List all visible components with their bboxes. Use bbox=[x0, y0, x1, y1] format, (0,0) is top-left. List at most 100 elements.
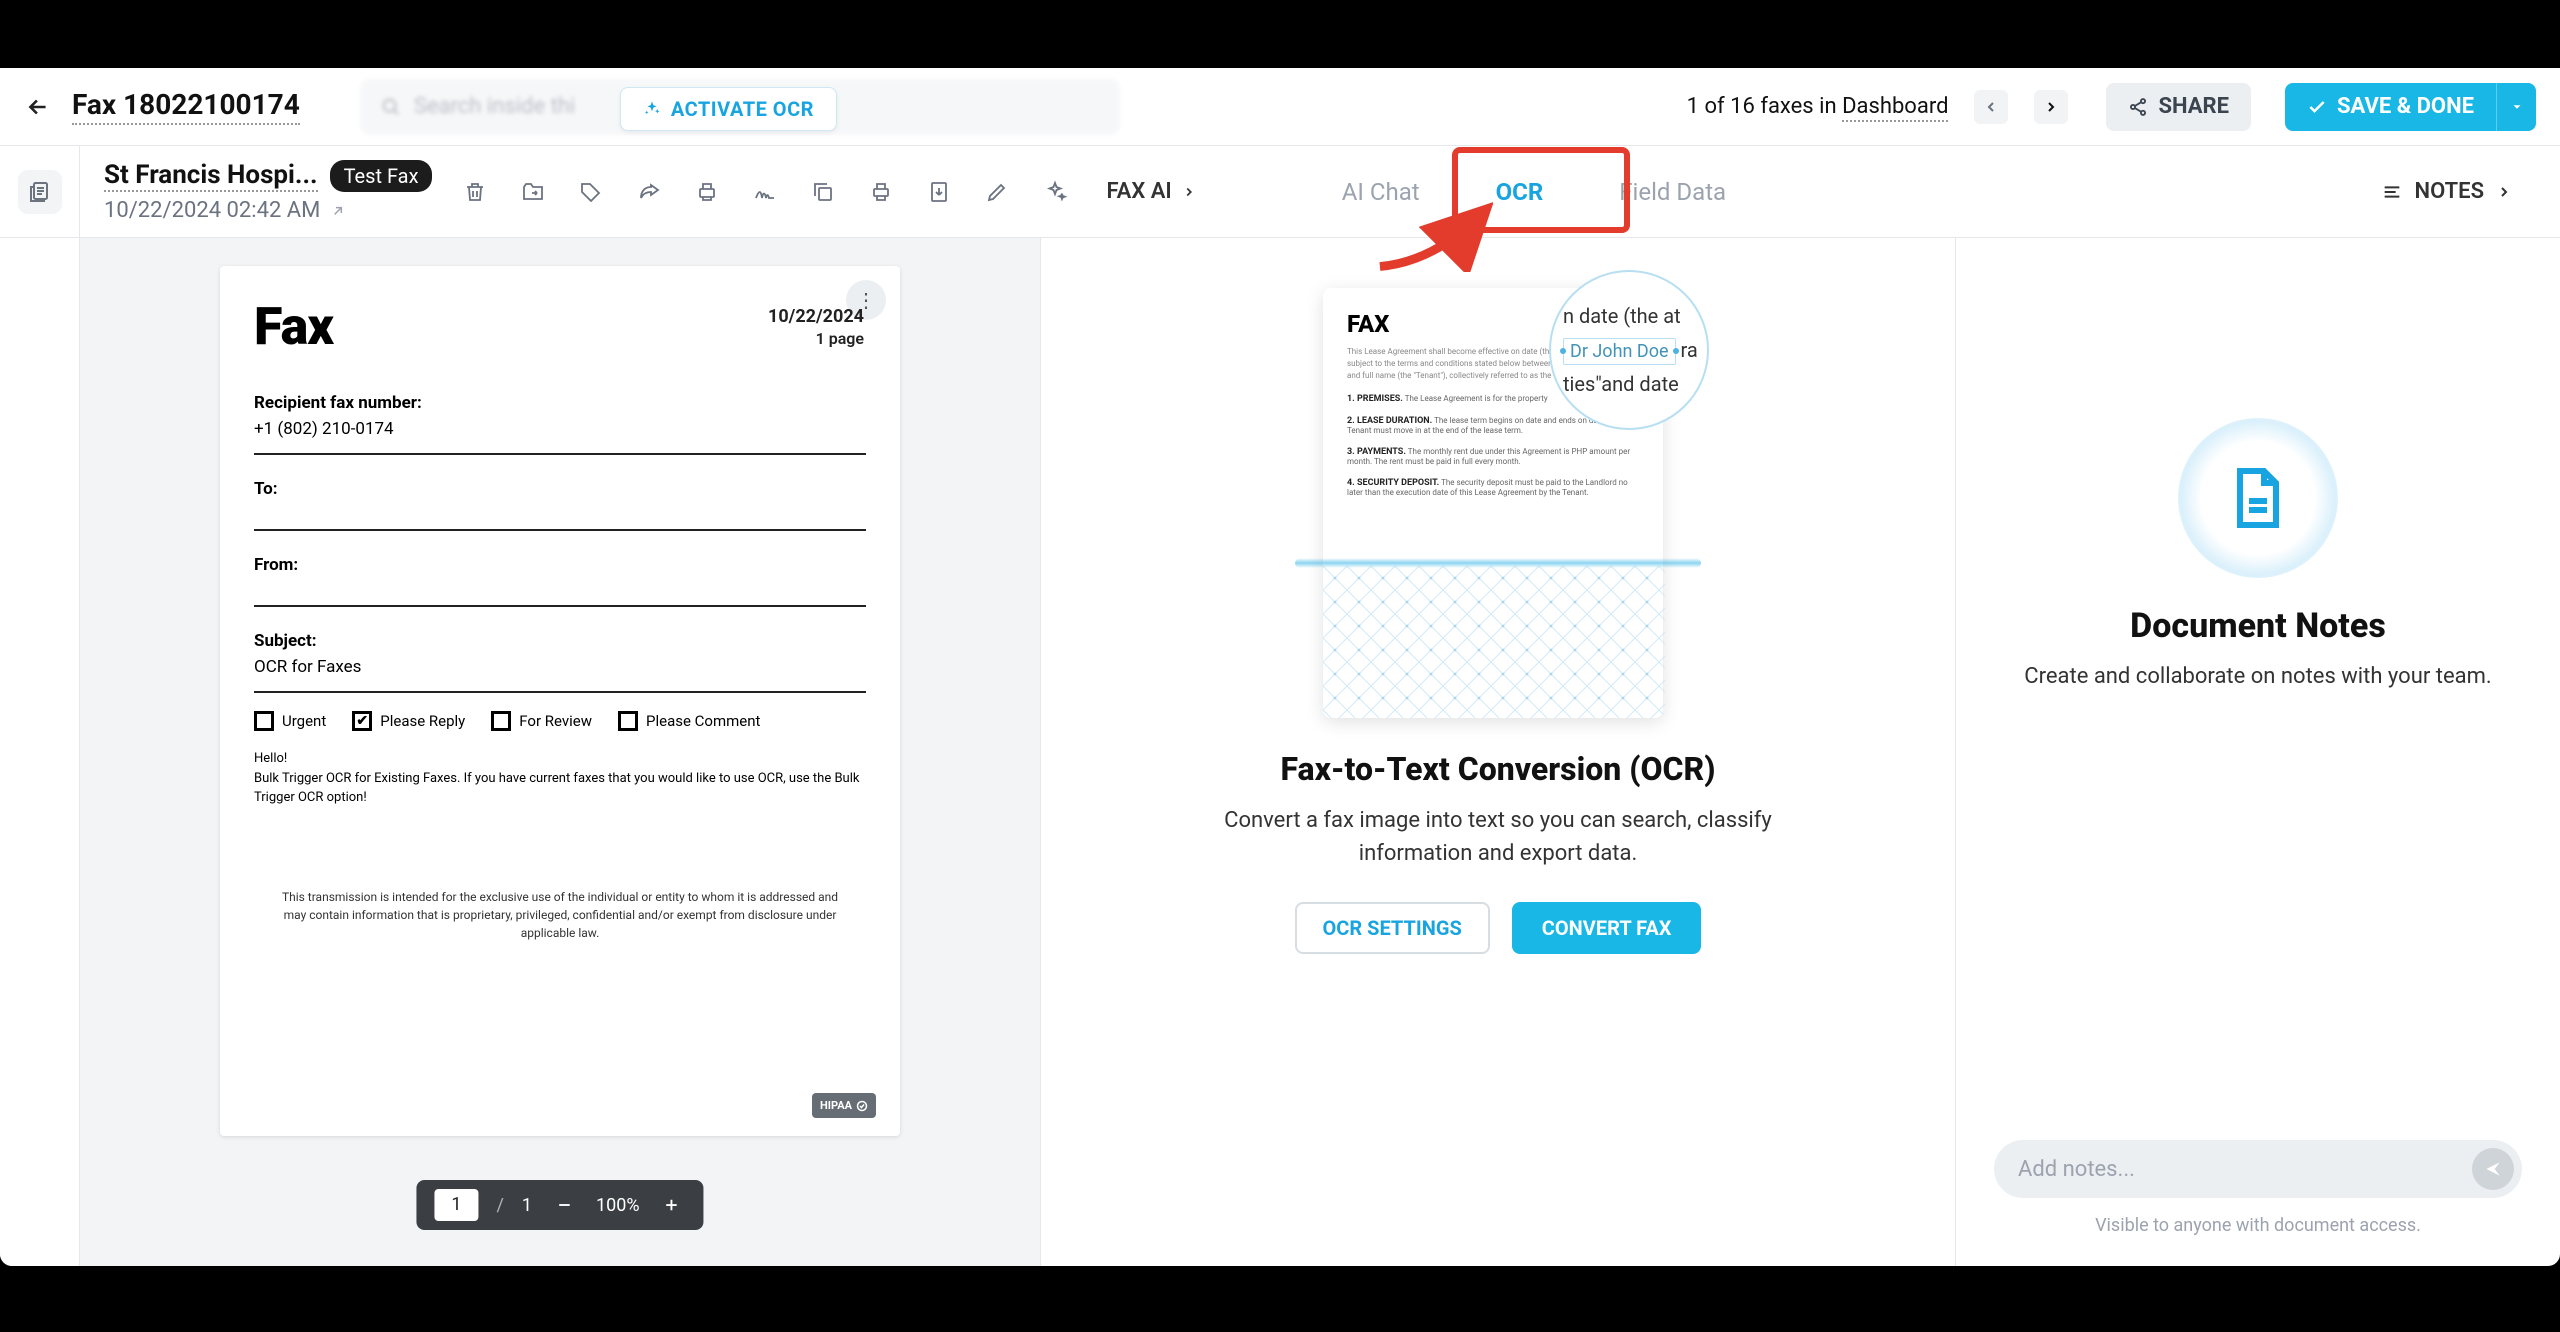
document-stack-icon bbox=[28, 180, 52, 204]
notes-description: Create and collaborate on notes with you… bbox=[2024, 660, 2491, 693]
forward-button[interactable] bbox=[634, 177, 664, 207]
save-done-button[interactable]: SAVE & DONE bbox=[2285, 83, 2496, 131]
pager-next-button[interactable] bbox=[2034, 90, 2068, 124]
duplicate-button[interactable] bbox=[808, 177, 838, 207]
back-arrow-button[interactable] bbox=[24, 93, 52, 121]
fax-ai-button[interactable]: FAX AI bbox=[1106, 179, 1195, 204]
open-external-icon[interactable] bbox=[330, 203, 346, 219]
copy-icon bbox=[811, 180, 835, 204]
viewer-toolbar: 1 / 1 100% bbox=[416, 1180, 703, 1230]
ocr-title: Fax-to-Text Conversion (OCR) bbox=[1281, 750, 1716, 788]
check-icon bbox=[2307, 97, 2327, 117]
share-button[interactable]: SHARE bbox=[2106, 83, 2251, 131]
caret-down-icon bbox=[2510, 100, 2524, 114]
annotation-arrow-icon bbox=[1375, 202, 1493, 272]
page-current-input[interactable]: 1 bbox=[434, 1189, 478, 1221]
forward-icon bbox=[637, 180, 661, 204]
document-viewer: ⋮ Fax 10/22/2024 1 page Recipient fax nu… bbox=[80, 238, 1040, 1266]
check-circle-icon bbox=[856, 1100, 868, 1112]
plus-icon bbox=[663, 1196, 681, 1214]
notes-empty-icon bbox=[2178, 418, 2338, 578]
action-toolbar: FAX AI bbox=[460, 146, 1195, 238]
notes-title: Document Notes bbox=[2130, 606, 2386, 646]
pager-prev-button[interactable] bbox=[1974, 90, 2008, 124]
notes-label: NOTES bbox=[2415, 179, 2484, 204]
hipaa-badge: HIPAA bbox=[812, 1093, 876, 1118]
share-label: SHARE bbox=[2158, 94, 2229, 119]
tab-ocr[interactable]: OCR bbox=[1490, 146, 1550, 238]
edit-button[interactable] bbox=[982, 177, 1012, 207]
fax-body: Hello! Bulk Trigger OCR for Existing Fax… bbox=[254, 749, 866, 808]
ocr-panel: FAX This Lease Agreement shall become ef… bbox=[1040, 238, 1956, 1266]
check-please-reply bbox=[352, 711, 372, 731]
search-wrap: Search inside thi ACTIVATE OCR bbox=[360, 79, 1120, 135]
tab-field-data[interactable]: Field Data bbox=[1613, 146, 1732, 238]
download-button[interactable] bbox=[924, 177, 954, 207]
fax-page-1[interactable]: ⋮ Fax 10/22/2024 1 page Recipient fax nu… bbox=[220, 266, 900, 1136]
menu-lines-icon bbox=[2381, 181, 2403, 203]
recipient-value: +1 (802) 210-0174 bbox=[254, 419, 866, 439]
fax-out-button[interactable] bbox=[692, 177, 722, 207]
right-panel-tabs: AI Chat OCR Field Data bbox=[1316, 146, 1752, 238]
sparkle-icon bbox=[1043, 180, 1067, 204]
page-total: 1 bbox=[522, 1195, 532, 1216]
pager-text: 1 of 16 faxes in Dashboard bbox=[1687, 94, 1949, 119]
sign-button[interactable] bbox=[750, 177, 780, 207]
zoom-out-button[interactable] bbox=[550, 1191, 578, 1219]
activate-ocr-label: ACTIVATE OCR bbox=[671, 97, 814, 121]
check-for-review bbox=[491, 711, 511, 731]
delete-button[interactable] bbox=[460, 177, 490, 207]
tag-icon bbox=[579, 180, 603, 204]
pager-dashboard-link[interactable]: Dashboard bbox=[1842, 94, 1948, 122]
chevron-right-icon bbox=[2496, 184, 2512, 200]
send-icon bbox=[2483, 1159, 2503, 1179]
from-label: From: bbox=[254, 555, 866, 575]
content-area: ⋮ Fax 10/22/2024 1 page Recipient fax nu… bbox=[0, 238, 2560, 1266]
document-icon bbox=[2222, 462, 2294, 534]
chevron-right-icon bbox=[1182, 185, 1196, 199]
tag-button[interactable] bbox=[576, 177, 606, 207]
notes-panel: Document Notes Create and collaborate on… bbox=[1956, 238, 2560, 1266]
top-bar: Fax 18022100174 Search inside thi ACTIVA… bbox=[0, 68, 2560, 146]
sender-name[interactable]: St Francis Hospi... bbox=[104, 160, 318, 192]
tag-badge: Test Fax bbox=[330, 160, 433, 192]
ocr-magnifier-icon: n date (the at Dr John Doe ra ties"and d… bbox=[1549, 270, 1709, 430]
subject-value: OCR for Faxes bbox=[254, 657, 866, 677]
sub-header: St Francis Hospi... Test Fax 10/22/2024 … bbox=[0, 146, 2560, 238]
notes-input[interactable]: Add notes... bbox=[1994, 1140, 2522, 1198]
fax-disclaimer: This transmission is intended for the ex… bbox=[254, 888, 866, 942]
checkbox-row: Urgent Please Reply For Review Please Co… bbox=[254, 711, 866, 731]
trash-icon bbox=[463, 180, 487, 204]
notes-panel-toggle[interactable]: NOTES bbox=[2381, 179, 2512, 204]
timestamp: 10/22/2024 02:42 AM bbox=[104, 198, 320, 223]
save-done-dropdown[interactable] bbox=[2496, 83, 2536, 131]
archive-button[interactable] bbox=[518, 177, 548, 207]
fax-date-block: 10/22/2024 1 page bbox=[768, 306, 864, 348]
subject-label: Subject: bbox=[254, 631, 866, 651]
fax-ai-label: FAX AI bbox=[1106, 179, 1171, 204]
folder-move-icon bbox=[521, 180, 545, 204]
sparkle-icon bbox=[643, 100, 661, 118]
ocr-description: Convert a fax image into text so you can… bbox=[1178, 804, 1818, 870]
left-rail-toggle[interactable] bbox=[0, 146, 80, 238]
check-urgent bbox=[254, 711, 274, 731]
notes-footer: Visible to anyone with document access. bbox=[1956, 1215, 2560, 1236]
ocr-settings-button[interactable]: OCR SETTINGS bbox=[1295, 902, 1490, 954]
print-button[interactable] bbox=[866, 177, 896, 207]
fax-meta: St Francis Hospi... Test Fax 10/22/2024 … bbox=[80, 160, 432, 223]
ai-sparkle-button[interactable] bbox=[1040, 177, 1070, 207]
activate-ocr-button[interactable]: ACTIVATE OCR bbox=[620, 87, 837, 131]
zoom-in-button[interactable] bbox=[658, 1191, 686, 1219]
notes-placeholder: Add notes... bbox=[2018, 1157, 2135, 1182]
to-label: To: bbox=[254, 479, 866, 499]
search-placeholder: Search inside thi bbox=[414, 94, 575, 119]
recipient-label: Recipient fax number: bbox=[254, 393, 866, 413]
share-icon bbox=[2128, 97, 2148, 117]
print-icon bbox=[869, 180, 893, 204]
left-rail-body bbox=[0, 238, 80, 1266]
document-title[interactable]: Fax 18022100174 bbox=[72, 88, 300, 125]
check-please-comment bbox=[618, 711, 638, 731]
convert-fax-button[interactable]: CONVERT FAX bbox=[1512, 902, 1702, 954]
notes-send-button[interactable] bbox=[2472, 1148, 2514, 1190]
printer-send-icon bbox=[695, 180, 719, 204]
